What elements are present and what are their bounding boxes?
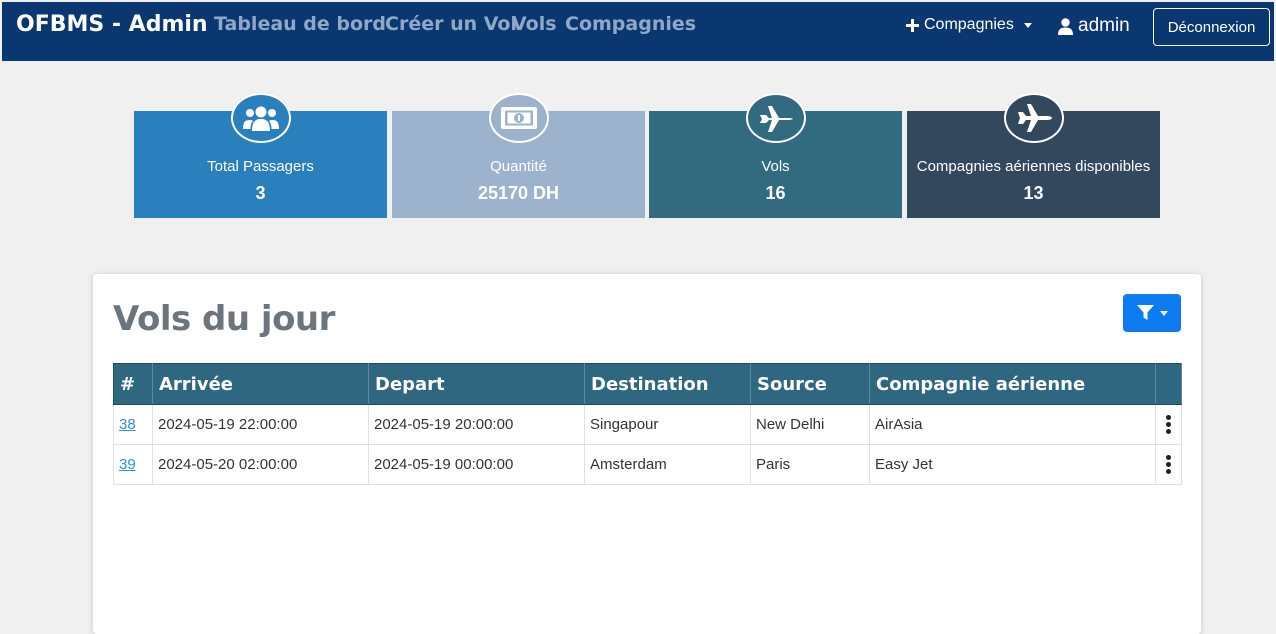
cell-destination: Singapour xyxy=(584,404,751,445)
cell-departure: 2024-05-19 20:00:00 xyxy=(368,404,585,445)
stat-value: 3 xyxy=(255,183,266,203)
cell-arrival: 2024-05-20 02:00:00 xyxy=(152,444,369,485)
stat-label: Vols xyxy=(761,158,790,175)
stat-label: Quantité xyxy=(490,158,547,175)
cell-departure: 2024-05-19 00:00:00 xyxy=(368,444,585,485)
stat-card-flights: Vols 16 xyxy=(649,93,902,218)
stat-value: 16 xyxy=(765,183,786,203)
cell-airline: AirAsia xyxy=(869,404,1156,445)
add-airlines-dropdown[interactable]: Compagnies xyxy=(906,16,1032,34)
cell-destination: Amsterdam xyxy=(584,444,751,485)
more-vertical-icon[interactable] xyxy=(1161,415,1176,434)
plane-arrival-icon xyxy=(1003,93,1064,143)
panel-title: Vols du jour xyxy=(113,299,335,339)
column-header-id: # xyxy=(113,363,153,405)
logout-button[interactable]: Déconnexion xyxy=(1153,8,1270,46)
plane-icon xyxy=(745,93,806,143)
stat-card-passengers: Total Passagers 3 xyxy=(134,93,387,218)
cell-actions xyxy=(1155,404,1182,445)
nav-link-dashboard[interactable]: Tableau de bord xyxy=(214,13,386,35)
column-header-destination: Destination xyxy=(584,363,751,405)
money-bill-icon xyxy=(488,93,549,143)
cell-actions xyxy=(1155,444,1182,485)
column-header-arrival: Arrivée xyxy=(152,363,369,405)
column-header-source: Source xyxy=(750,363,870,405)
plus-icon xyxy=(906,18,919,32)
chevron-down-icon xyxy=(1159,310,1168,316)
stat-label: Total Passagers xyxy=(207,158,314,175)
stat-label: Compagnies aériennes disponibles xyxy=(916,158,1151,175)
cell-arrival: 2024-05-19 22:00:00 xyxy=(152,404,369,445)
column-header-actions xyxy=(1155,363,1182,405)
table-row: 39 2024-05-20 02:00:00 2024-05-19 00:00:… xyxy=(113,444,1182,485)
flight-id-link[interactable]: 39 xyxy=(119,456,136,473)
cell-airline: Easy Jet xyxy=(869,444,1156,485)
nav-link-airlines[interactable]: Compagnies xyxy=(565,13,696,35)
todays-flights-panel: Vols du jour # Arrivée Depart Destinatio… xyxy=(93,274,1201,634)
cell-id: 38 xyxy=(113,404,153,445)
username-label: admin xyxy=(1078,15,1130,36)
table-row: 38 2024-05-19 22:00:00 2024-05-19 20:00:… xyxy=(113,404,1182,445)
user-menu[interactable]: admin xyxy=(1058,15,1130,37)
column-header-airline: Compagnie aérienne xyxy=(869,363,1156,405)
stat-value: 13 xyxy=(1023,183,1044,203)
brand-title[interactable]: OFBMS - Admin xyxy=(16,12,208,37)
cell-id: 39 xyxy=(113,444,153,485)
user-icon xyxy=(1058,17,1073,35)
table-header-row: # Arrivée Depart Destination Source Comp… xyxy=(113,363,1182,405)
filter-dropdown-button[interactable] xyxy=(1123,294,1181,332)
filter-icon xyxy=(1136,305,1154,320)
users-icon xyxy=(230,93,291,143)
nav-link-flights[interactable]: Vols xyxy=(512,13,557,35)
top-navbar: OFBMS - Admin Tableau de bord Créer un V… xyxy=(2,2,1274,61)
column-header-departure: Depart xyxy=(368,363,585,405)
more-vertical-icon[interactable] xyxy=(1161,455,1176,474)
cell-source: Paris xyxy=(750,444,870,485)
add-airlines-label: Compagnies xyxy=(924,16,1014,33)
flights-table: # Arrivée Depart Destination Source Comp… xyxy=(113,363,1182,485)
flight-id-link[interactable]: 38 xyxy=(119,416,136,433)
chevron-down-icon xyxy=(1023,22,1032,28)
cell-source: New Delhi xyxy=(750,404,870,445)
stat-card-airlines: Compagnies aériennes disponibles 13 xyxy=(907,93,1160,218)
nav-link-create-flight[interactable]: Créer un Vol xyxy=(385,13,517,35)
stat-card-amount: Quantité 25170 DH xyxy=(392,93,645,218)
stat-value: 25170 DH xyxy=(477,183,560,203)
